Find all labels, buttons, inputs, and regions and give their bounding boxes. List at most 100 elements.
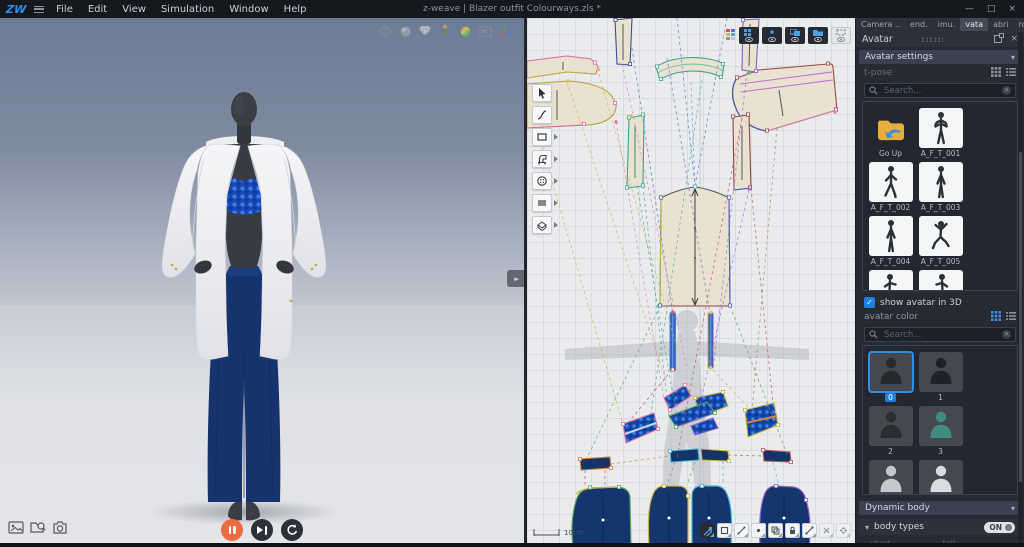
fabric-tool-button[interactable] [532, 216, 552, 234]
menu-view[interactable]: View [122, 4, 146, 15]
color-item[interactable]: 5 [917, 460, 964, 495]
color-item[interactable]: 2 [867, 406, 914, 456]
list-view-icon[interactable] [1006, 67, 1016, 80]
pose-item-go-up[interactable]: Go Up [867, 108, 914, 158]
sidebar-scrollbar[interactable] [1018, 32, 1023, 543]
simulation-playback [221, 519, 303, 541]
snapshot-icon[interactable] [8, 519, 24, 538]
wireframe-sphere-icon[interactable] [378, 24, 392, 38]
shaded-sphere-icon[interactable] [398, 24, 412, 38]
minimize-button[interactable]: — [965, 4, 974, 14]
search-icon [869, 86, 878, 95]
browse-snapshots-icon[interactable] [30, 519, 46, 538]
body-types-toggle[interactable]: ON [984, 522, 1015, 533]
submenu-arrow-icon[interactable] [554, 200, 558, 206]
submenu-arrow-icon[interactable] [554, 178, 558, 184]
pattern-tools [532, 84, 558, 234]
color-item[interactable]: 1 [917, 352, 964, 402]
settings-tool-button[interactable] [836, 523, 851, 538]
grid-view-icon[interactable] [991, 67, 1001, 80]
camera-icon[interactable] [52, 519, 68, 538]
float-panel-icon[interactable] [994, 35, 1002, 43]
gem-icon[interactable] [418, 24, 432, 38]
pose-item[interactable]: A_F_T_004 [867, 216, 914, 266]
list-view-icon[interactable] [1006, 311, 1016, 324]
line-tool-button[interactable] [734, 523, 749, 538]
color-item[interactable]: 3 [917, 406, 964, 456]
chevron-down-icon: ▾ [1011, 53, 1015, 62]
swatch-palette-icon[interactable] [726, 26, 736, 45]
step-forward-button[interactable] [251, 519, 273, 541]
tab-simulation[interactable]: imu. [933, 18, 961, 31]
avatar-settings-dropdown[interactable]: Avatar settings ▾ [859, 50, 1021, 64]
reset-button[interactable] [281, 519, 303, 541]
move-tool-button[interactable] [802, 523, 817, 538]
chevron-down-icon: ▾ [1011, 504, 1015, 513]
pattern-canvas[interactable] [527, 18, 855, 543]
point-tool-button[interactable] [751, 523, 766, 538]
menu-file[interactable]: File [56, 4, 73, 15]
panel-collapse-handle[interactable]: ▸▸ [507, 270, 524, 287]
3d-scene-canvas[interactable] [0, 18, 524, 543]
chevron-down-icon[interactable]: ▾ [865, 523, 869, 532]
toggle-show-pattern[interactable] [739, 27, 759, 44]
close-button[interactable]: × [1008, 4, 1016, 14]
edit-pattern-tool-button[interactable] [700, 523, 715, 538]
sew-tool-button[interactable] [532, 150, 552, 168]
tab-blend[interactable]: end. [905, 18, 933, 31]
midriff [226, 210, 262, 268]
material-sphere-icon[interactable] [458, 24, 472, 38]
render-window-icon[interactable] [478, 24, 492, 38]
pose-search-input[interactable] [882, 85, 998, 97]
scrollbar-thumb[interactable] [1019, 152, 1022, 482]
viewport-3d[interactable]: ▸▸ [0, 18, 524, 543]
color-item-selected[interactable]: 0 [867, 352, 914, 402]
folder-up-icon [875, 115, 907, 141]
curve-edit-tool-button[interactable] [532, 106, 552, 124]
tab-camera[interactable]: Camera .. [856, 18, 905, 31]
toggle-show-fabric[interactable] [808, 27, 828, 44]
pose-item[interactable]: A_F_T_006 [867, 270, 914, 291]
tab-fabric[interactable]: abri [988, 18, 1014, 31]
toggle-show-guides[interactable] [831, 27, 851, 44]
tab-properties[interactable]: rop. [1013, 18, 1024, 31]
clear-search-icon[interactable]: × [1002, 330, 1011, 339]
toggle-show-seams[interactable] [785, 27, 805, 44]
copy-tool-button[interactable] [768, 523, 783, 538]
axis-gizmo-icon[interactable] [498, 24, 512, 38]
pose-item[interactable]: A_F_T_002 [867, 162, 914, 212]
submenu-arrow-icon[interactable] [554, 134, 558, 140]
menu-edit[interactable]: Edit [88, 4, 107, 15]
lock-tool-button[interactable] [785, 523, 800, 538]
close-panel-icon[interactable]: × [1010, 34, 1018, 44]
rectangle-edit-tool-button[interactable] [717, 523, 732, 538]
color-item[interactable]: 4 [867, 460, 914, 495]
pose-item[interactable]: A_F_T_007 [917, 270, 964, 291]
pattern-editor-2d[interactable]: 10cm [527, 18, 855, 543]
pose-item[interactable]: A_F_T_001 [917, 108, 964, 158]
pause-button[interactable] [221, 519, 243, 541]
delete-tool-button[interactable] [819, 523, 834, 538]
tab-avatar[interactable]: vata [960, 18, 988, 31]
maximize-button[interactable]: □ [987, 4, 996, 14]
color-search-input[interactable] [882, 329, 998, 341]
pose-item[interactable]: A_F_T_005 [917, 216, 964, 266]
toggle-show-points[interactable] [762, 27, 782, 44]
pose-item[interactable]: A_F_T_003 [917, 162, 964, 212]
drag-handle-icon[interactable] [921, 37, 943, 42]
grid-view-icon[interactable] [991, 311, 1001, 324]
submenu-arrow-icon[interactable] [554, 156, 558, 162]
menu-simulation[interactable]: Simulation [161, 4, 214, 15]
menu-help[interactable]: Help [284, 4, 307, 15]
select-tool-button[interactable] [532, 84, 552, 102]
pleat-tool-button[interactable] [532, 194, 552, 212]
clear-search-icon[interactable]: × [1002, 86, 1011, 95]
hamburger-menu-icon[interactable] [34, 6, 44, 13]
dynamic-body-dropdown[interactable]: Dynamic body ▾ [859, 501, 1021, 515]
rectangle-tool-button[interactable] [532, 128, 552, 146]
button-tool-button[interactable] [532, 172, 552, 190]
menu-window[interactable]: Window [229, 4, 268, 15]
show-avatar-checkbox[interactable]: ✓ [864, 297, 875, 308]
submenu-arrow-icon[interactable] [554, 222, 558, 228]
avatar-display-icon[interactable] [438, 24, 452, 38]
